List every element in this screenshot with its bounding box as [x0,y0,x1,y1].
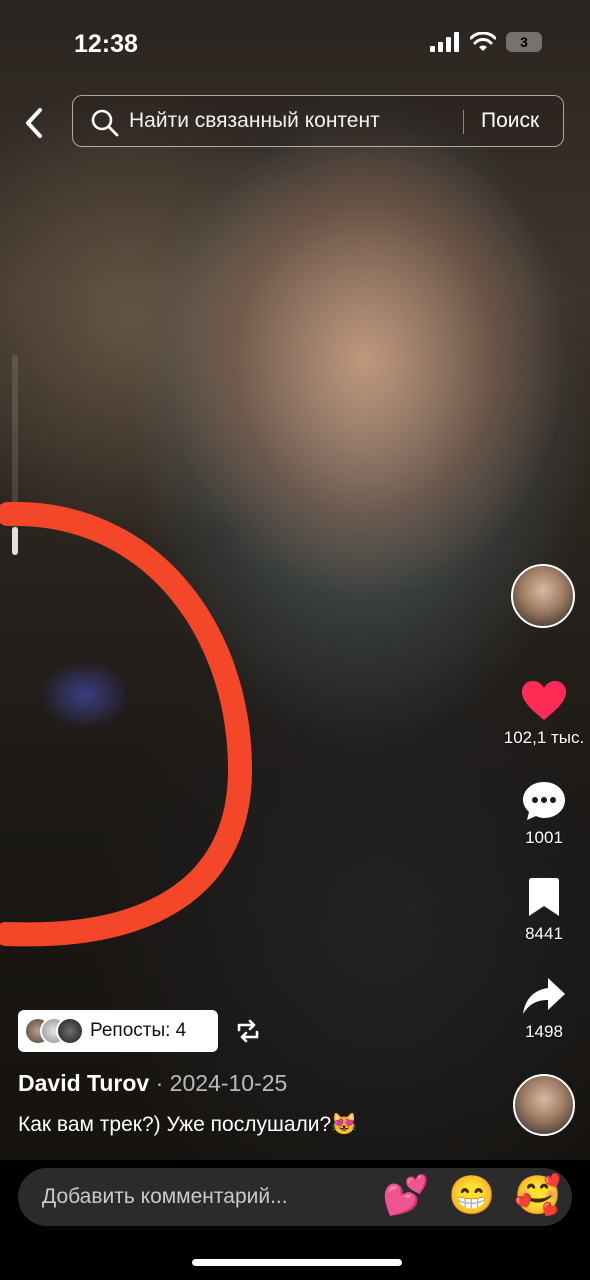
heart-icon [522,681,566,720]
wifi-icon [470,32,496,51]
bookmark-icon [529,878,559,916]
comment-input[interactable]: Добавить комментарий... [42,1185,288,1209]
repost-avatars [24,1017,84,1045]
post-caption: Как вам трек?) Уже послушали?😻 [18,1113,358,1136]
reposts-label: Репосты: 4 [90,1020,187,1041]
home-indicator [192,1259,402,1266]
share-button[interactable]: 1498 [494,976,590,1042]
battery-indicator: 3 [506,32,542,52]
back-button[interactable] [20,106,50,140]
reposts-pill[interactable]: Репосты: 4 [18,1010,218,1052]
comment-icon [523,782,565,820]
status-icons: 3 [430,32,542,52]
like-button[interactable]: 102,1 тыс. [494,680,590,748]
creator-avatar[interactable] [511,564,575,628]
repost-icon[interactable] [235,1018,261,1044]
search-icon [91,109,119,137]
search-bar[interactable]: Найти связанный контент Поиск [72,95,564,147]
signal-icon [430,32,459,52]
favorite-button[interactable]: 8441 [494,878,590,944]
share-count: 1498 [525,1022,563,1041]
post-author-line[interactable]: David Turov · 2024-10-25 [18,1070,287,1097]
search-button[interactable]: Поиск [481,109,539,133]
favorite-count: 8441 [525,924,563,943]
author-name[interactable]: David Turov [18,1070,149,1096]
repost-avatar [56,1017,84,1045]
like-count: 102,1 тыс. [503,728,585,747]
emoji-grin-button[interactable]: 😁 [448,1174,495,1218]
emoji-love-button[interactable]: 🥰 [514,1174,561,1218]
red-annotation-arc [0,501,253,947]
search-input[interactable]: Найти связанный контент [129,109,380,133]
emoji-hearts-button[interactable]: 💕 [382,1174,429,1218]
status-time: 12:38 [74,30,138,58]
search-divider [463,110,464,134]
sound-disc-avatar[interactable] [513,1074,575,1136]
share-icon [523,978,565,1014]
post-date: · 2024-10-25 [155,1070,288,1096]
comment-count: 1001 [525,828,563,847]
comment-button[interactable]: 1001 [494,780,590,848]
